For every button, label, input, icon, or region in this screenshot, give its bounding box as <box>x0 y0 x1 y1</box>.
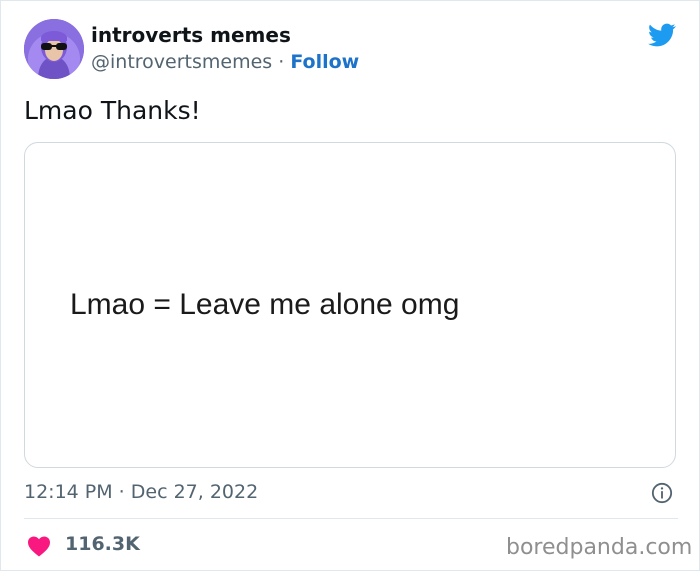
twitter-bird-icon[interactable] <box>646 21 678 49</box>
tweet-text: Lmao Thanks! <box>24 96 201 125</box>
author-handle[interactable]: @introvertsmemes <box>91 51 272 73</box>
divider <box>24 518 678 519</box>
like-count[interactable]: 116.3K <box>65 533 140 555</box>
avatar-image <box>24 19 84 79</box>
author-handle-line: @introvertsmemes · Follow <box>91 51 359 73</box>
tweet-timestamp[interactable]: 12:14 PM · Dec 27, 2022 <box>24 481 258 503</box>
avatar[interactable] <box>24 19 84 79</box>
tweet-embed: introverts memes @introvertsmemes · Foll… <box>0 0 700 571</box>
info-icon[interactable] <box>651 482 673 504</box>
follow-button[interactable]: Follow <box>290 51 359 73</box>
media-caption-text: Lmao = Leave me alone omg <box>70 288 460 321</box>
tweet-media[interactable]: Lmao = Leave me alone omg <box>24 142 676 468</box>
heart-icon[interactable] <box>27 535 51 557</box>
author-name[interactable]: introverts memes <box>91 23 291 47</box>
watermark: boredpanda.com <box>506 535 693 560</box>
handle-separator: · <box>278 51 285 73</box>
